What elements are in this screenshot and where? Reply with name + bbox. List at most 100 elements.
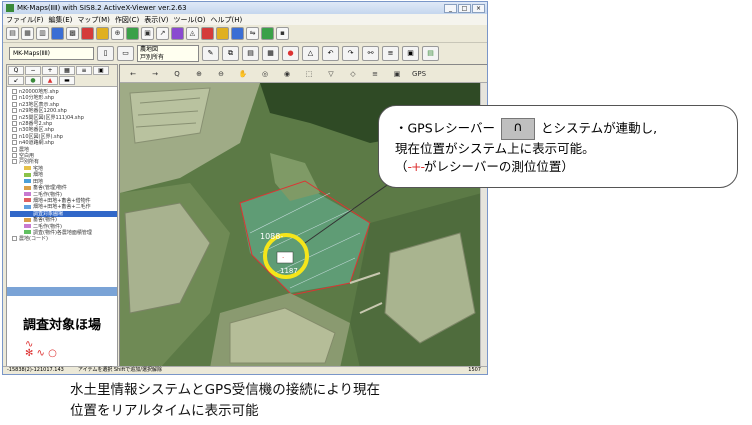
expand-toggle-icon[interactable] bbox=[12, 101, 17, 107]
map-tool-button[interactable]: ▽ bbox=[323, 67, 339, 81]
window-controls: _ □ × bbox=[444, 3, 485, 13]
open-icon[interactable]: ▦ bbox=[21, 27, 34, 40]
building-icon[interactable] bbox=[201, 27, 214, 40]
layer-swatch-icon bbox=[24, 166, 31, 171]
paint-icon[interactable] bbox=[51, 27, 64, 40]
map-tool-button[interactable]: ≡ bbox=[367, 67, 383, 81]
map-tool-button[interactable]: ◉ bbox=[279, 67, 295, 81]
route-icon[interactable] bbox=[261, 27, 274, 40]
map-tool-button[interactable]: ◎ bbox=[257, 67, 273, 81]
layer-display-box[interactable]: 農地図 戸別所有 bbox=[137, 44, 199, 62]
close-button[interactable]: × bbox=[472, 3, 485, 13]
flag-icon[interactable]: ▲ bbox=[42, 76, 58, 85]
new-icon[interactable]: ▤ bbox=[6, 27, 19, 40]
layer-small-icon[interactable]: ▣ bbox=[93, 66, 109, 75]
callout-line3: （-+-がレシーバーの測位位置） bbox=[395, 158, 727, 176]
expand-toggle-icon[interactable] bbox=[12, 140, 17, 146]
layer-swatch-icon bbox=[24, 230, 31, 235]
tree-node[interactable]: 農地(コード) bbox=[10, 236, 117, 242]
stop-icon[interactable]: ● bbox=[282, 45, 299, 61]
panel-splitter[interactable] bbox=[7, 287, 117, 296]
warning-icon[interactable]: △ bbox=[302, 45, 319, 61]
expand-toggle-icon[interactable] bbox=[12, 153, 17, 159]
map-tool-button[interactable]: ⊕ bbox=[191, 67, 207, 81]
map-tool-button[interactable]: Q bbox=[169, 67, 185, 81]
disk-icon[interactable]: ▣ bbox=[402, 45, 419, 61]
grid-small-icon[interactable]: ▦ bbox=[59, 66, 75, 75]
table-icon[interactable] bbox=[231, 27, 244, 40]
list-small-icon[interactable]: ≡ bbox=[76, 66, 92, 75]
house-icon[interactable] bbox=[216, 27, 229, 40]
bar-icon[interactable]: ▬ bbox=[59, 76, 75, 85]
map-toolbar: MK-Maps(ⅡⅡ) ▯ ▭ 農地図 戸別所有 ✎ ⧉ ▤ ▦ ● △ ↶ ↷… bbox=[3, 42, 487, 63]
menu-tools[interactable]: ツール(O) bbox=[174, 15, 206, 25]
expand-toggle-icon[interactable] bbox=[12, 236, 17, 242]
more-icon[interactable]: ▪ bbox=[276, 27, 289, 40]
map-selector[interactable]: MK-Maps(ⅡⅡ) bbox=[9, 46, 94, 60]
menu-draw[interactable]: 作図(C) bbox=[115, 15, 139, 25]
tree-node-label: 畜舎(物件) bbox=[33, 217, 57, 224]
undo-icon[interactable]: ↶ bbox=[322, 45, 339, 61]
folder-icon[interactable] bbox=[96, 27, 109, 40]
minus-icon[interactable]: − bbox=[25, 66, 41, 75]
layer-swatch-icon bbox=[24, 172, 31, 177]
print-icon[interactable]: ▣ bbox=[141, 27, 154, 40]
copy-icon[interactable]: ⧉ bbox=[222, 45, 239, 61]
grid-icon[interactable]: ▩ bbox=[66, 27, 79, 40]
expand-toggle-icon[interactable] bbox=[12, 114, 17, 120]
callout-line3-pre: （ bbox=[395, 159, 408, 174]
paste-icon[interactable]: ▤ bbox=[242, 45, 259, 61]
map-tool-button[interactable]: ◇ bbox=[345, 67, 361, 81]
maximize-button[interactable]: □ bbox=[458, 3, 471, 13]
measure-icon[interactable]: ↗ bbox=[156, 27, 169, 40]
picture-icon[interactable] bbox=[81, 27, 94, 40]
parcel-label-top: 1088- bbox=[260, 232, 283, 241]
app-window: MK-Maps(ⅡⅡ) with SIS8.2 ActiveX-Viewer v… bbox=[2, 1, 488, 375]
map-tool-button[interactable]: → bbox=[147, 67, 163, 81]
menu-help[interactable]: ヘルプ(H) bbox=[211, 15, 243, 25]
map-tool-button[interactable]: ✋ bbox=[235, 67, 251, 81]
export-icon[interactable]: ▤ bbox=[422, 45, 439, 61]
expand-toggle-icon[interactable] bbox=[12, 127, 17, 133]
arrow-icon[interactable]: ↙ bbox=[8, 76, 24, 85]
app-icon bbox=[6, 4, 14, 12]
gps-callout: ・GPSレシーバー ∩ とシステムが連動し, 現在位置がシステム上に表示可能。 （-… bbox=[378, 105, 738, 188]
expand-toggle-icon[interactable] bbox=[12, 133, 17, 139]
page-icon[interactable]: ▯ bbox=[97, 45, 114, 61]
expand-toggle-icon[interactable] bbox=[12, 89, 17, 94]
layer-swatch-icon bbox=[24, 224, 31, 229]
map-tool-button[interactable]: ⊖ bbox=[213, 67, 229, 81]
zoom-icon[interactable]: ⊕ bbox=[111, 27, 124, 40]
map-tool-button[interactable]: ⬚ bbox=[301, 67, 317, 81]
globe-icon[interactable]: ● bbox=[25, 76, 41, 85]
palette-icon[interactable]: ▦ bbox=[262, 45, 279, 61]
menu-file[interactable]: ファイル(F) bbox=[6, 15, 44, 25]
expand-toggle-icon[interactable] bbox=[12, 108, 17, 114]
map-tool-button[interactable]: GPS bbox=[411, 67, 427, 81]
binocular-icon[interactable]: ⚯ bbox=[362, 45, 379, 61]
query-icon[interactable]: Q bbox=[8, 66, 24, 75]
expand-toggle-icon[interactable] bbox=[12, 159, 17, 165]
save-icon[interactable]: ▥ bbox=[36, 27, 49, 40]
redo-icon[interactable]: ↷ bbox=[342, 45, 359, 61]
link-icon[interactable]: ⇋ bbox=[246, 27, 259, 40]
menu-map[interactable]: マップ(M) bbox=[77, 15, 110, 25]
plus-icon[interactable]: + bbox=[42, 66, 58, 75]
caption-line2: 位置をリアルタイムに表示可能 bbox=[70, 403, 259, 419]
expand-toggle-icon[interactable] bbox=[12, 95, 17, 101]
tree-node-label: n40道路網.shp bbox=[19, 140, 55, 147]
map-tool-button[interactable]: ← bbox=[125, 67, 141, 81]
list-icon[interactable]: ≡ bbox=[382, 45, 399, 61]
minimize-button[interactable]: _ bbox=[444, 3, 457, 13]
layer-icon[interactable] bbox=[126, 27, 139, 40]
select-icon[interactable]: ◬ bbox=[186, 27, 199, 40]
menu-view[interactable]: 表示(V) bbox=[144, 15, 168, 25]
expand-toggle-icon[interactable] bbox=[12, 146, 17, 152]
edit-icon[interactable]: ✎ bbox=[202, 45, 219, 61]
open-folder-icon[interactable]: ▭ bbox=[117, 45, 134, 61]
chart-icon[interactable] bbox=[171, 27, 184, 40]
map-tool-button[interactable]: ▣ bbox=[389, 67, 405, 81]
expand-toggle-icon[interactable] bbox=[12, 121, 17, 127]
menu-edit[interactable]: 編集(E) bbox=[49, 15, 73, 25]
layer-tree: n20000地形.shp n10分地形.shp n23地区表示.shp n29地番区1… bbox=[7, 87, 117, 287]
